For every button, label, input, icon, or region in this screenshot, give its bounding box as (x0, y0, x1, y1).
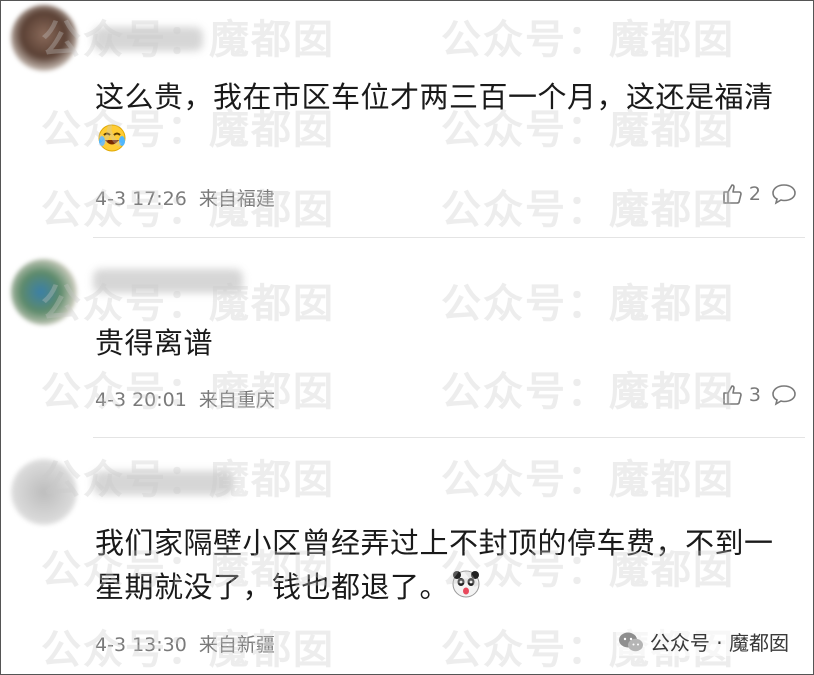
thumbs-up-icon (723, 184, 742, 204)
reply-icon[interactable] (771, 182, 797, 206)
watermark: 公众号：魔都囡 (441, 187, 735, 233)
like-button[interactable]: 2 (721, 182, 761, 206)
comment-location: 来自重庆 (198, 389, 275, 411)
comment-list: 这么贵，我在市区车位才两三百一个月，这还是福清 4-3 17:26 来自福建 2 (0, 0, 814, 675)
comment-date: 4-3 17:26 (95, 188, 187, 210)
comment-text-content: 贵得离谱 (95, 326, 214, 360)
avatar[interactable] (11, 459, 77, 525)
comment-text-content: 我们家隔壁小区曾经弄过上不封顶的停车费，不到一星期就没了，钱也都退了。 (95, 526, 774, 604)
comment-meta: 4-3 17:26 来自福建 (95, 184, 275, 211)
comment-text: 贵得离谱 (95, 321, 795, 365)
avatar[interactable] (11, 5, 77, 71)
watermark: 公众号：魔都囡 (441, 369, 735, 415)
watermark: 公众号：魔都囡 (441, 457, 735, 503)
comment-actions: 3 (721, 383, 797, 407)
comment-text: 我们家隔壁小区曾经弄过上不封顶的停车费，不到一星期就没了，钱也都退了。 (95, 521, 795, 609)
like-count: 2 (748, 183, 761, 205)
comment-location: 来自福建 (198, 188, 275, 210)
thumbs-up-icon (723, 385, 742, 405)
comment-date: 4-3 20:01 (95, 389, 187, 411)
reply-icon[interactable] (771, 383, 797, 407)
badge-label: 公众号 · 魔都囡 (649, 631, 789, 655)
comment-location: 来自新疆 (198, 634, 275, 656)
wechat-icon (618, 632, 643, 651)
like-button[interactable]: 3 (721, 383, 761, 407)
comment-text-content: 这么贵，我在市区车位才两三百一个月，这还是福清 (95, 80, 774, 114)
like-count: 3 (748, 384, 761, 406)
username-blurred[interactable] (93, 27, 203, 51)
panda-emoji-icon (452, 570, 480, 598)
divider (93, 437, 805, 438)
divider (93, 237, 805, 238)
comment-actions: 2 (721, 182, 797, 206)
comment-meta: 4-3 20:01 来自重庆 (95, 385, 275, 412)
comment-meta: 4-3 13:30 来自新疆 (95, 630, 275, 657)
wechat-account-badge: 公众号 · 魔都囡 (615, 627, 791, 656)
comment-date: 4-3 13:30 (95, 634, 187, 656)
avatar[interactable] (11, 259, 77, 325)
watermark: 公众号：魔都囡 (441, 17, 735, 63)
comment-text: 这么贵，我在市区车位才两三百一个月，这还是福清 (95, 75, 795, 163)
username-blurred[interactable] (93, 471, 233, 495)
username-blurred[interactable] (93, 269, 243, 293)
laughing-crying-emoji-icon (98, 124, 126, 152)
